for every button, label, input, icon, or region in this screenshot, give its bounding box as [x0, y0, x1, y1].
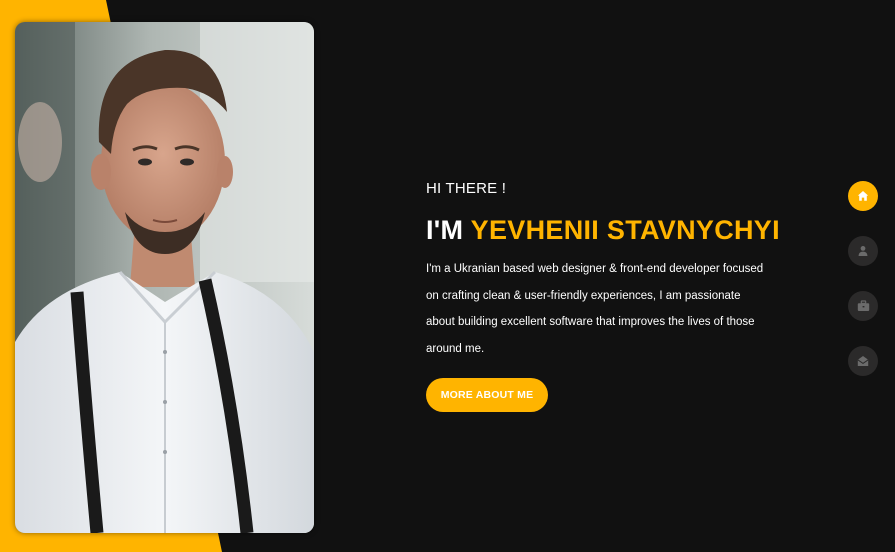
side-nav [848, 181, 878, 401]
more-about-me-button[interactable]: MORE ABOUT ME [426, 378, 548, 412]
nav-contact-button[interactable] [848, 346, 878, 376]
nav-about-button[interactable] [848, 236, 878, 266]
hero-bio: I'm a Ukranian based web designer & fron… [426, 263, 764, 355]
nav-home-button[interactable] [848, 181, 878, 211]
hero-name: YEVHENII STAVNYCHYI [470, 215, 780, 245]
nav-portfolio-button[interactable] [848, 291, 878, 321]
envelope-open-icon [857, 356, 869, 366]
hero-section: HI THERE ! I'M YEVHENII STAVNYCHYI I'm a… [426, 178, 786, 412]
hero-headline: I'M YEVHENII STAVNYCHYI [426, 210, 786, 250]
home-page: HI THERE ! I'M YEVHENII STAVNYCHYI I'm a… [0, 0, 895, 552]
home-icon [857, 191, 869, 201]
headline-prefix: I'M [426, 215, 464, 245]
greeting-text: HI THERE ! [426, 180, 507, 197]
profile-photo [15, 22, 314, 533]
user-icon [858, 246, 868, 256]
briefcase-icon [857, 300, 869, 311]
